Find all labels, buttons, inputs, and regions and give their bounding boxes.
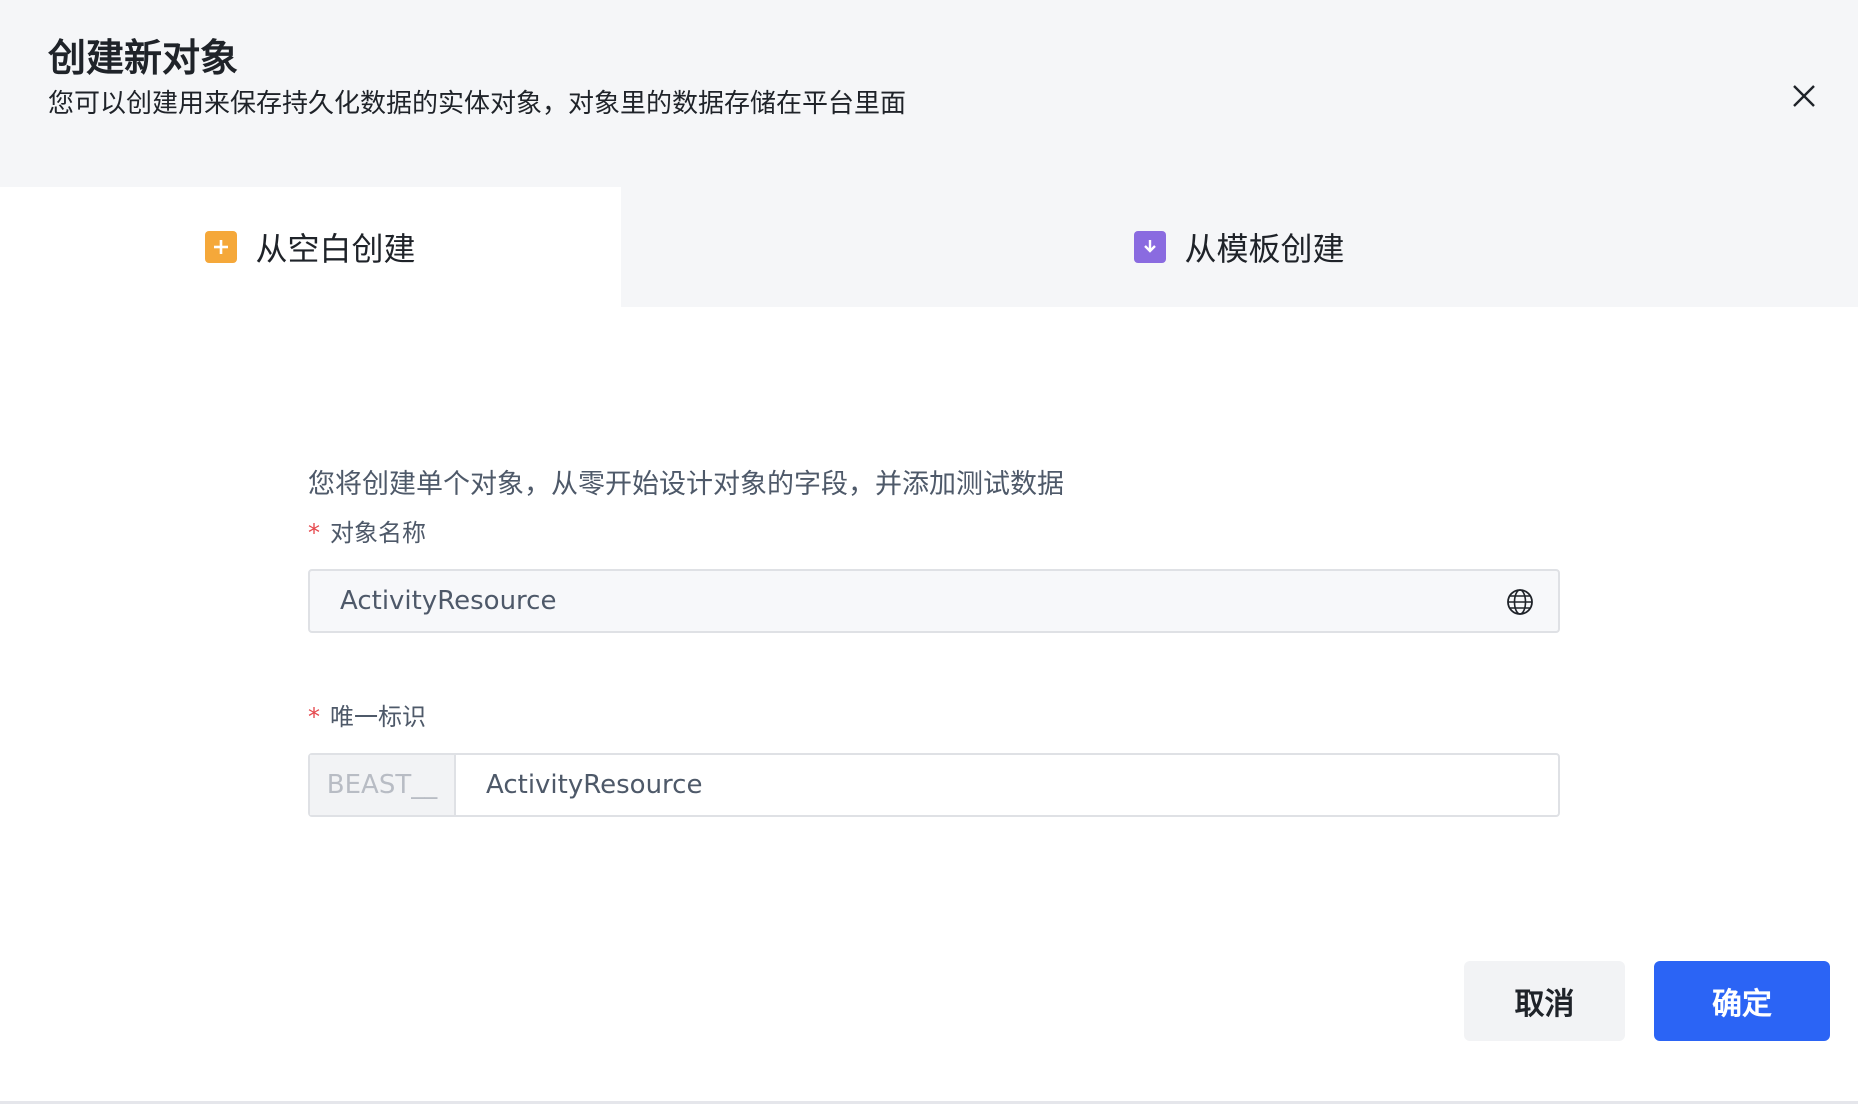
- object-name-label-text: 对象名称: [330, 519, 426, 547]
- create-mode-tabs: 从空白创建 从模板创建: [0, 187, 1858, 307]
- required-mark: *: [308, 519, 320, 547]
- download-icon: [1134, 231, 1167, 263]
- unique-id-input[interactable]: ActivityResource: [456, 770, 1558, 800]
- close-button[interactable]: [1786, 78, 1822, 114]
- confirm-button[interactable]: 确定: [1654, 961, 1830, 1041]
- globe-icon[interactable]: [1504, 586, 1536, 618]
- dialog-title: 创建新对象: [48, 36, 239, 80]
- close-icon: [1793, 85, 1815, 107]
- unique-id-prefix: BEAST__: [310, 755, 456, 815]
- object-name-label: * 对象名称: [308, 515, 1560, 551]
- unique-id-input-group: BEAST__ ActivityResource: [308, 753, 1560, 817]
- form-description: 您将创建单个对象，从零开始设计对象的字段，并添加测试数据: [308, 469, 1064, 500]
- dialog-subtitle: 您可以创建用来保存持久化数据的实体对象，对象里的数据存储在平台里面: [48, 89, 907, 119]
- tab-label: 从空白创建: [255, 230, 416, 268]
- dialog-header: 创建新对象 您可以创建用来保存持久化数据的实体对象，对象里的数据存储在平台里面: [0, 0, 1858, 187]
- unique-id-label: * 唯一标识: [308, 699, 1560, 735]
- required-mark: *: [308, 703, 320, 731]
- create-object-dialog: 创建新对象 您可以创建用来保存持久化数据的实体对象，对象里的数据存储在平台里面 …: [0, 0, 1858, 1104]
- form-body: 您将创建单个对象，从零开始设计对象的字段，并添加测试数据 * 对象名称 Activ…: [308, 465, 1560, 817]
- tab-create-from-template[interactable]: 从模板创建: [621, 187, 1858, 307]
- object-name-input[interactable]: ActivityResource: [308, 569, 1560, 633]
- tab-create-blank[interactable]: 从空白创建: [0, 187, 621, 307]
- unique-id-label-text: 唯一标识: [330, 703, 426, 731]
- plus-icon: [205, 231, 238, 263]
- cancel-button[interactable]: 取消: [1464, 961, 1625, 1041]
- tab-label: 从模板创建: [1184, 230, 1345, 268]
- object-name-value: ActivityResource: [340, 586, 557, 616]
